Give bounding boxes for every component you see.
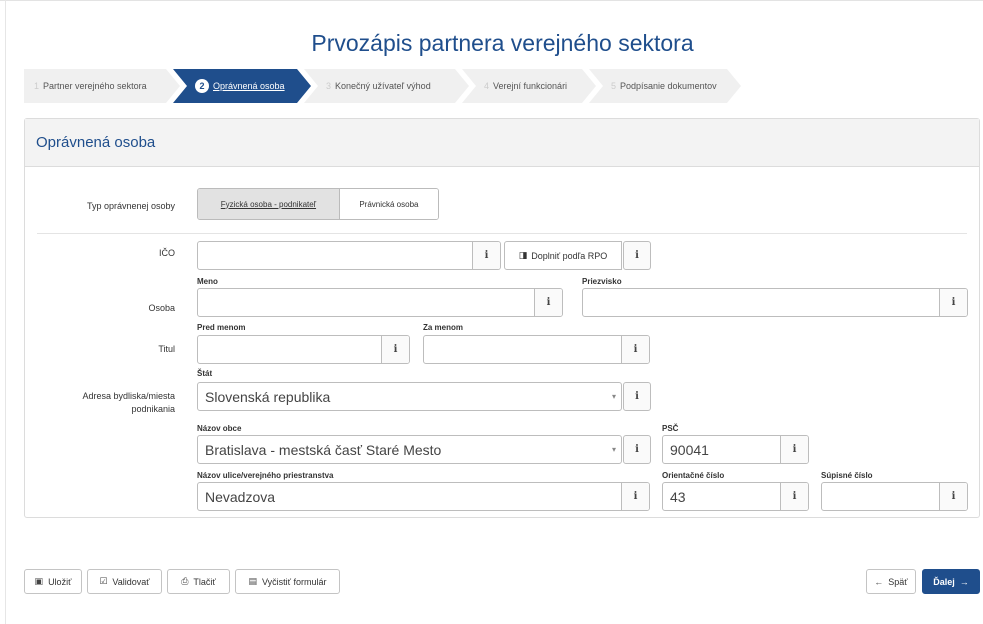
psc-label: PSČ: [662, 424, 679, 433]
stat-select[interactable]: Slovenská republika ▾: [197, 382, 622, 411]
za-menom-input[interactable]: [424, 336, 621, 363]
info-icon[interactable]: i: [472, 242, 500, 269]
step-number: 5: [611, 81, 617, 91]
ico-label: IČO: [158, 248, 175, 258]
step-number: 3: [326, 81, 332, 91]
validate-button[interactable]: ☑ Validovať: [87, 569, 162, 594]
wizard-step-partner[interactable]: 1 Partner verejného sektora: [24, 69, 180, 103]
step-number: 4: [484, 81, 490, 91]
orient-label: Orientačné číslo: [662, 471, 725, 480]
pred-menom-label: Pred menom: [197, 323, 246, 332]
za-menom-label: Za menom: [423, 323, 464, 332]
copy-icon: ◨: [518, 250, 528, 260]
adresa-label-line1: Adresa bydliska/miesta: [82, 391, 175, 401]
save-button[interactable]: ▣ Uložiť: [24, 569, 82, 594]
chevron-down-icon: ▾: [611, 392, 616, 401]
type-option-fyzicka[interactable]: Fyzická osoba - podnikateľ: [198, 189, 340, 219]
validate-label: Validovať: [112, 576, 150, 587]
info-icon[interactable]: i: [623, 382, 651, 411]
orient-input[interactable]: 43: [663, 483, 780, 510]
clear-form-button[interactable]: ▤ Vyčistiť formulár: [235, 569, 340, 594]
ulica-field: Nevadzova i: [197, 482, 650, 511]
info-icon[interactable]: i: [621, 483, 649, 510]
floppy-icon: ▣: [34, 576, 44, 586]
fill-from-rpo-button[interactable]: ◨ Doplniť podľa RPO: [504, 241, 622, 270]
stat-value: Slovenská republika: [205, 388, 331, 405]
clear-label: Vyčistiť formulár: [261, 576, 327, 587]
info-icon[interactable]: i: [623, 241, 651, 270]
priezvisko-field: i: [582, 288, 968, 317]
obec-value: Bratislava - mestská časť Staré Mesto: [205, 441, 442, 458]
supisne-input[interactable]: [822, 483, 939, 510]
info-icon[interactable]: i: [534, 289, 562, 316]
document-icon: ▤: [248, 576, 257, 586]
next-label: Ďalej: [933, 576, 955, 587]
osoba-label: Osoba: [148, 303, 175, 313]
ulica-input[interactable]: Nevadzova: [198, 483, 621, 510]
step-label: Oprávnená osoba: [213, 81, 285, 91]
psc-input[interactable]: 90041: [663, 436, 780, 463]
panel-title: Oprávnená osoba: [25, 119, 979, 167]
orient-field: 43 i: [662, 482, 809, 511]
ulica-label: Názov ulice/verejného priestranstva: [197, 471, 334, 480]
step-label: Konečný užívateľ výhod: [335, 81, 431, 91]
step-label: Verejní funkcionári: [493, 81, 568, 91]
supisne-field: i: [821, 482, 968, 511]
step-label: Partner verejného sektora: [43, 81, 147, 91]
supisne-label: Súpisné číslo: [821, 471, 873, 480]
priezvisko-input[interactable]: [583, 289, 939, 316]
adresa-label-line2: podnikania: [131, 404, 175, 414]
back-label: Späť: [888, 576, 908, 587]
check-icon: ☑: [99, 576, 108, 586]
print-label: Tlačiť: [193, 576, 216, 587]
step-number: 1: [34, 81, 40, 91]
next-button[interactable]: Ďalej →: [922, 569, 980, 594]
chevron-down-icon: ▾: [611, 445, 616, 454]
priezvisko-label: Priezvisko: [582, 277, 622, 286]
info-icon[interactable]: i: [621, 336, 649, 363]
printer-icon: ⎙: [181, 576, 189, 586]
back-button[interactable]: ← Späť: [866, 569, 916, 594]
stat-label: Štát: [197, 369, 213, 378]
print-button[interactable]: ⎙ Tlačiť: [167, 569, 230, 594]
meno-label: Meno: [197, 277, 218, 286]
info-icon[interactable]: i: [939, 289, 967, 316]
page-title: Prvozápis partnera verejného sektora: [311, 30, 694, 56]
titul-label: Titul: [158, 344, 175, 354]
step-number: 2: [195, 79, 209, 93]
meno-field: i: [197, 288, 563, 317]
za-menom-field: i: [423, 335, 650, 364]
type-label: Typ oprávnenej osoby: [86, 201, 175, 211]
top-border: [0, 0, 983, 6]
step-label: Podpísanie dokumentov: [620, 81, 717, 91]
meno-input[interactable]: [198, 289, 534, 316]
person-type-toggle: Fyzická osoba - podnikateľ Právnická oso…: [197, 188, 439, 220]
info-icon[interactable]: i: [780, 483, 808, 510]
ico-input[interactable]: [198, 242, 472, 269]
pred-menom-input[interactable]: [198, 336, 381, 363]
type-option-pravnicka[interactable]: Právnická osoba: [339, 189, 438, 219]
wizard-step-verejni-funkcionari[interactable]: 4 Verejní funkcionári: [462, 69, 596, 103]
wizard-step-opravnena-osoba[interactable]: 2 Oprávnená osoba: [173, 69, 311, 103]
left-border: [5, 0, 6, 624]
info-icon[interactable]: i: [780, 436, 808, 463]
divider: [37, 233, 967, 234]
info-icon[interactable]: i: [623, 435, 651, 464]
arrow-right-icon: →: [959, 576, 969, 587]
save-label: Uložiť: [48, 576, 72, 587]
wizard-step-podpisanie[interactable]: 5 Podpísanie dokumentov: [589, 69, 741, 103]
psc-field: 90041 i: [662, 435, 809, 464]
info-icon[interactable]: i: [381, 336, 409, 363]
obec-label: Názov obce: [197, 424, 242, 433]
obec-select[interactable]: Bratislava - mestská časť Staré Mesto ▾: [197, 435, 622, 464]
wizard-steps: 1 Partner verejného sektora 2 Oprávnená …: [24, 69, 734, 103]
wizard-step-konecny-uzivatel[interactable]: 3 Konečný užívateľ výhod: [304, 69, 469, 103]
pred-menom-field: i: [197, 335, 410, 364]
ico-field: i: [197, 241, 501, 270]
fill-button-label: Doplniť podľa RPO: [531, 250, 608, 261]
info-icon[interactable]: i: [939, 483, 967, 510]
form-panel: Oprávnená osoba Typ oprávnenej osoby Fyz…: [24, 118, 980, 518]
arrow-left-icon: ←: [874, 576, 884, 587]
